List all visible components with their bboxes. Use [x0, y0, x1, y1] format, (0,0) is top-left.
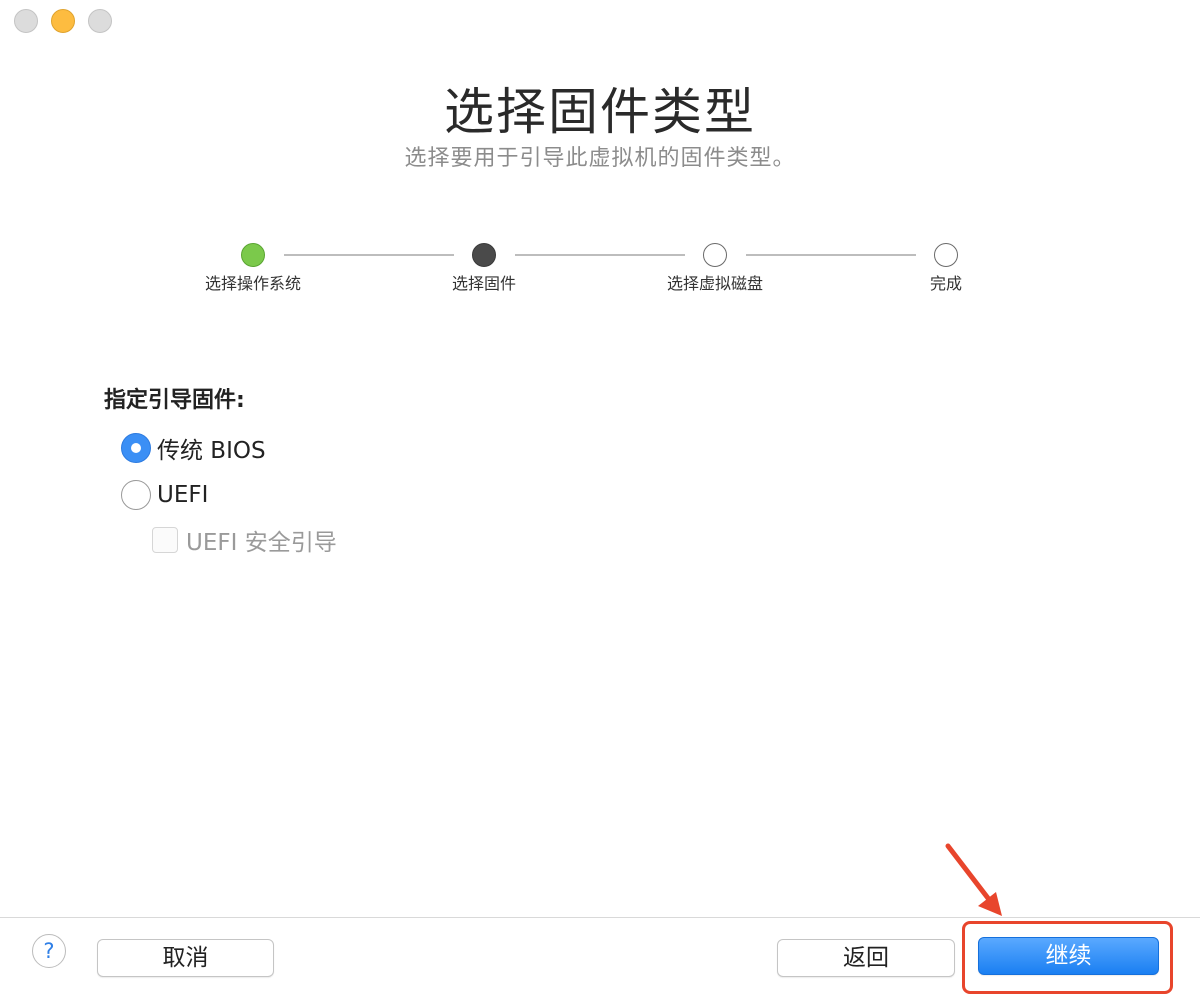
secure-boot-label: UEFI 安全引导: [186, 530, 337, 556]
secure-boot-option: UEFI 安全引导: [152, 523, 337, 557]
step-indicator-firmware: [472, 243, 496, 267]
uefi-option-label: UEFI: [157, 482, 209, 508]
step-connector: [746, 254, 916, 256]
step-label-os: 选择操作系统: [204, 274, 302, 293]
firmware-section-label: 指定引导固件:: [104, 388, 245, 413]
close-window-button[interactable]: [14, 9, 38, 33]
help-button[interactable]: ?: [32, 934, 66, 968]
step-indicator-os: [241, 243, 265, 267]
progress-stepper: 选择操作系统 选择固件 选择虚拟磁盘 完成: [0, 242, 1200, 302]
step-connector: [284, 254, 454, 256]
back-button[interactable]: 返回: [777, 939, 955, 977]
page-title: 选择固件类型: [444, 83, 756, 141]
window-controls: [14, 9, 112, 33]
uefi-option[interactable]: UEFI: [121, 480, 208, 510]
step-indicator-disk: [703, 243, 727, 267]
step-connector: [515, 254, 685, 256]
minimize-window-button[interactable]: [51, 9, 75, 33]
step-label-disk: 选择虚拟磁盘: [666, 274, 764, 293]
step-indicator-finish: [934, 243, 958, 267]
secure-boot-checkbox: [152, 527, 178, 553]
step-label-finish: 完成: [929, 274, 963, 293]
annotation-highlight-box: [962, 921, 1173, 994]
zoom-window-button[interactable]: [88, 9, 112, 33]
step-label-firmware: 选择固件: [451, 274, 517, 293]
bios-option-label: 传统 BIOS: [157, 438, 266, 464]
page-subtitle: 选择要用于引导此虚拟机的固件类型。: [404, 146, 796, 171]
uefi-radio[interactable]: [121, 480, 151, 510]
annotation-arrow-icon: [945, 843, 1002, 916]
cancel-button[interactable]: 取消: [97, 939, 274, 977]
bios-radio[interactable]: [121, 433, 151, 463]
footer-divider: [0, 917, 1200, 918]
bios-option[interactable]: 传统 BIOS: [121, 431, 266, 465]
